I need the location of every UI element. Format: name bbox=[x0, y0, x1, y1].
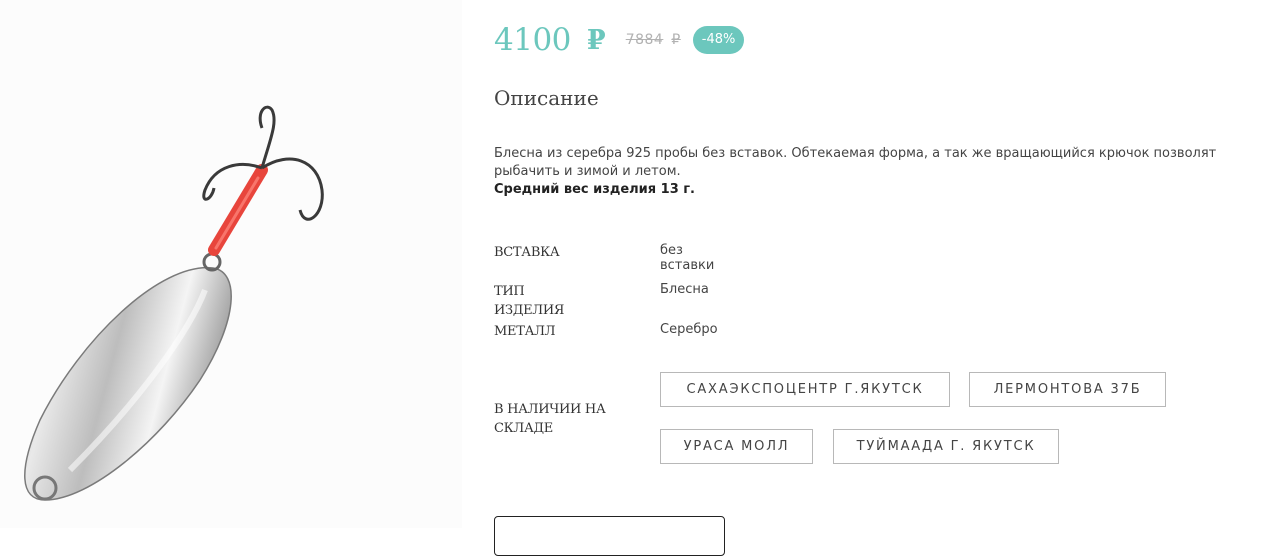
old-price-currency: ₽ bbox=[671, 32, 681, 48]
ruble-icon: ₽ bbox=[586, 24, 606, 56]
current-price: 4100 bbox=[494, 22, 571, 58]
store-button-lermontova[interactable]: ЛЕРМОНТОВА 37Б bbox=[969, 372, 1166, 407]
description: Блесна из серебра 925 пробы без вставок.… bbox=[494, 145, 1263, 199]
price-row: 4100 ₽ 7884 ₽ -48% bbox=[494, 22, 745, 58]
property-label-type: ТИП ИЗДЕЛИЯ bbox=[494, 284, 565, 318]
fishing-spoon-lure-icon bbox=[24, 105, 324, 501]
property-value-type: Блесна bbox=[660, 282, 709, 297]
old-price: 7884 ₽ bbox=[626, 32, 681, 48]
old-price-value: 7884 bbox=[625, 32, 664, 48]
property-label-insert: ВСТАВКА bbox=[494, 245, 560, 260]
product-info: 4100 ₽ 7884 ₽ -48% Описание Блесна из сер… bbox=[494, 0, 1263, 556]
product-image[interactable] bbox=[0, 0, 462, 528]
discount-badge: -48% bbox=[692, 26, 745, 54]
average-weight: Средний вес изделия 13 г. bbox=[494, 182, 695, 197]
property-value-metal: Серебро bbox=[660, 322, 718, 337]
description-text: Блесна из серебра 925 пробы без вставок.… bbox=[494, 146, 1217, 179]
store-button-urasa-mall[interactable]: УРАСА МОЛЛ bbox=[660, 429, 813, 464]
store-button-tuymaada[interactable]: ТУЙМААДА Г. ЯКУТСК bbox=[833, 429, 1059, 464]
store-button-sakhaexpocenter[interactable]: САХАЭКСПОЦЕНТР Г.ЯКУТСК bbox=[660, 372, 950, 407]
property-label-metal: МЕТАЛЛ bbox=[494, 324, 556, 339]
action-button-partial[interactable] bbox=[494, 516, 725, 556]
description-title: Описание bbox=[494, 86, 599, 110]
property-value-insert: без вставки bbox=[660, 243, 715, 273]
availability-label: В НАЛИЧИИ НА СКЛАДЕ bbox=[494, 402, 606, 436]
